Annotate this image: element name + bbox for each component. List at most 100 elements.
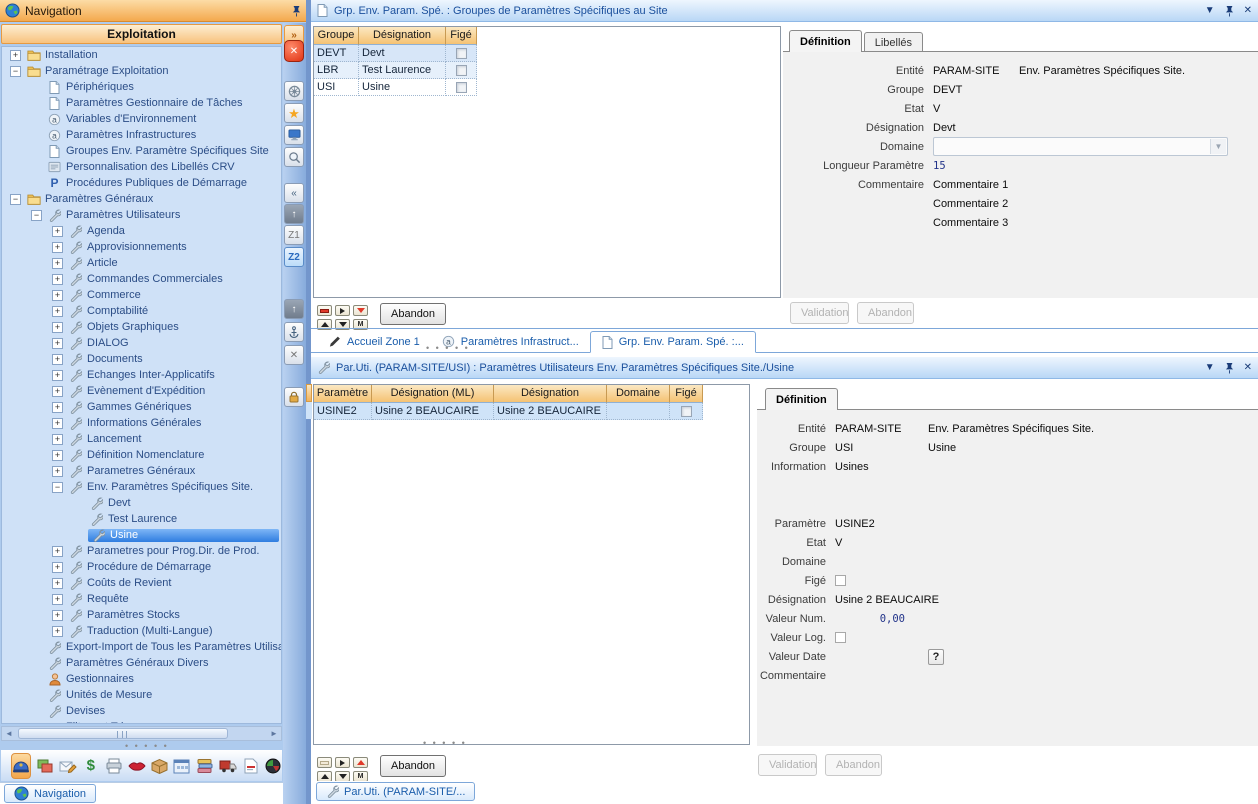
- tree-expander-plus[interactable]: +: [52, 386, 63, 397]
- abandon-button-form[interactable]: Abandon: [857, 302, 914, 324]
- tree-item[interactable]: Personnalisation des Libellés CRV: [2, 159, 281, 175]
- panel-menu-icon[interactable]: ▼: [1205, 5, 1215, 17]
- tree-item[interactable]: −Paramètres Utilisateurs: [2, 207, 281, 223]
- close-icon[interactable]: ✕: [1244, 5, 1252, 17]
- tree-item[interactable]: aVariables d'Environnement: [2, 111, 281, 127]
- module-printer-button[interactable]: [105, 753, 123, 779]
- tree-item[interactable]: −Env. Paramètres Spécifiques Site.: [2, 479, 281, 495]
- tree-expander-plus[interactable]: +: [52, 610, 63, 621]
- tree-expander-plus[interactable]: +: [52, 434, 63, 445]
- tree-horizontal-scrollbar[interactable]: ◄ ►: [1, 726, 282, 741]
- module-lips-button[interactable]: [128, 753, 146, 779]
- tree-item[interactable]: Devises: [2, 703, 281, 719]
- tree-item[interactable]: +Commandes Commerciales: [2, 271, 281, 287]
- tree-expander-plus[interactable]: +: [10, 50, 21, 61]
- tree-expander-plus[interactable]: +: [52, 594, 63, 605]
- panel-menu-icon[interactable]: ▼: [1205, 362, 1215, 374]
- tree-item[interactable]: +Installation: [2, 47, 281, 63]
- validation-button[interactable]: Validation: [790, 302, 849, 324]
- lock-button[interactable]: [284, 387, 304, 407]
- tree-expander-plus[interactable]: +: [52, 322, 63, 333]
- workstation-button[interactable]: [284, 125, 304, 145]
- tree-item[interactable]: +Approvisionnements: [2, 239, 281, 255]
- table-row[interactable]: USIUsine: [314, 79, 780, 96]
- tree-expander-plus[interactable]: +: [52, 578, 63, 589]
- abandon-button[interactable]: Abandon: [380, 303, 446, 325]
- tree-item[interactable]: +Procédure de Démarrage: [2, 559, 281, 575]
- tree-item[interactable]: Paramètres Gestionnaire de Tâches: [2, 95, 281, 111]
- favorites-star-button[interactable]: ★: [284, 103, 304, 123]
- tab-libellés[interactable]: Libellés: [864, 32, 923, 52]
- column-header[interactable]: Désignation (ML): [372, 385, 494, 403]
- tree-item[interactable]: aParamètres Infrastructures: [2, 127, 281, 143]
- tree-item[interactable]: −Paramétrage Exploitation: [2, 63, 281, 79]
- tree-expander-plus[interactable]: +: [52, 226, 63, 237]
- checkbox[interactable]: [456, 82, 467, 93]
- tree-expander-plus[interactable]: +: [52, 370, 63, 381]
- record-nav-blank-bar-button[interactable]: [317, 757, 332, 768]
- validation-button[interactable]: Validation: [758, 754, 817, 776]
- domaine-dropdown[interactable]: ▼: [933, 137, 1228, 156]
- tree-expander-minus[interactable]: −: [52, 482, 63, 493]
- tree-expander-plus[interactable]: +: [52, 546, 63, 557]
- tree-item[interactable]: Test Laurence: [2, 511, 281, 527]
- scroll-left-arrow-icon[interactable]: ◄: [2, 727, 16, 740]
- abandon-button[interactable]: Abandon: [380, 755, 446, 777]
- module-helmet-button[interactable]: [11, 753, 31, 779]
- tree-expander-plus[interactable]: +: [52, 354, 63, 365]
- tree-item[interactable]: +Evènement d'Expédition: [2, 383, 281, 399]
- column-header[interactable]: Figé: [446, 27, 477, 45]
- tree-expander-plus[interactable]: +: [52, 306, 63, 317]
- module-globe-dark-button[interactable]: [264, 753, 282, 779]
- tree-expander-minus[interactable]: −: [10, 66, 21, 77]
- column-header[interactable]: Désignation: [494, 385, 607, 403]
- module-folders-button[interactable]: [196, 753, 214, 779]
- tree-expander-plus[interactable]: +: [52, 626, 63, 637]
- tree-expander-plus[interactable]: +: [52, 450, 63, 461]
- pin-icon[interactable]: [1225, 362, 1234, 374]
- scroll-right-arrow-icon[interactable]: ►: [267, 727, 281, 740]
- tree-item[interactable]: Groupes Env. Paramètre Spécifiques Site: [2, 143, 281, 159]
- tree-item-selected[interactable]: Usine: [88, 529, 279, 542]
- tree-item[interactable]: +Agenda: [2, 223, 281, 239]
- zone-1-button[interactable]: Z1: [284, 225, 304, 245]
- tree-expander-minus[interactable]: −: [10, 194, 21, 205]
- close-red-button[interactable]: ✕: [284, 40, 304, 62]
- checkbox[interactable]: [456, 48, 467, 59]
- tree-item[interactable]: +Coûts de Revient: [2, 575, 281, 591]
- tree-item[interactable]: +Informations Générales: [2, 415, 281, 431]
- tree-expander-plus[interactable]: +: [52, 242, 63, 253]
- tree-item[interactable]: Export-Import de Tous les Paramètres Uti…: [2, 639, 281, 655]
- table-row[interactable]: USINE2Usine 2 BEAUCAIREUsine 2 BEAUCAIRE: [314, 403, 749, 420]
- table-row[interactable]: LBRTest Laurence: [314, 62, 780, 79]
- chevron-left-double-button[interactable]: «: [284, 183, 304, 203]
- record-nav-arrow-right-button[interactable]: [335, 757, 350, 768]
- valeur-log-checkbox[interactable]: [835, 632, 846, 643]
- pin-icon[interactable]: [292, 5, 301, 17]
- module-package-box-button[interactable]: [151, 753, 169, 779]
- record-nav-red-bar-button[interactable]: [317, 305, 332, 316]
- tree-item[interactable]: +Gammes Génériques: [2, 399, 281, 415]
- tree-item[interactable]: Usine: [2, 527, 281, 543]
- tree-item[interactable]: +Traduction (Multi-Langue): [2, 623, 281, 639]
- tree-expander-plus[interactable]: +: [52, 466, 63, 477]
- tree-item[interactable]: Unités de Mesure: [2, 687, 281, 703]
- tree-expander-plus[interactable]: +: [52, 418, 63, 429]
- splitter-grip[interactable]: • • • • •: [426, 345, 470, 351]
- record-nav-red-arrow-down-button[interactable]: [353, 305, 368, 316]
- date-help-button[interactable]: ?: [928, 649, 944, 665]
- tree-item[interactable]: +Requête: [2, 591, 281, 607]
- tree-item[interactable]: PProcédures Publiques de Démarrage: [2, 175, 281, 191]
- tree-item[interactable]: +Parametres Généraux: [2, 463, 281, 479]
- zone-header[interactable]: Exploitation: [1, 24, 282, 44]
- pin-icon[interactable]: [1225, 5, 1234, 17]
- tree-item[interactable]: +DIALOG: [2, 335, 281, 351]
- tree-expander-minus[interactable]: −: [31, 210, 42, 221]
- module-mail-pen-button[interactable]: [59, 753, 77, 779]
- tree-expander-plus[interactable]: +: [52, 290, 63, 301]
- tree-item[interactable]: Gestionnaires: [2, 671, 281, 687]
- tree-expander-plus[interactable]: +: [52, 562, 63, 573]
- column-header[interactable]: Désignation: [359, 27, 446, 45]
- anchor-button[interactable]: [284, 322, 304, 342]
- tree-item[interactable]: Devt: [2, 495, 281, 511]
